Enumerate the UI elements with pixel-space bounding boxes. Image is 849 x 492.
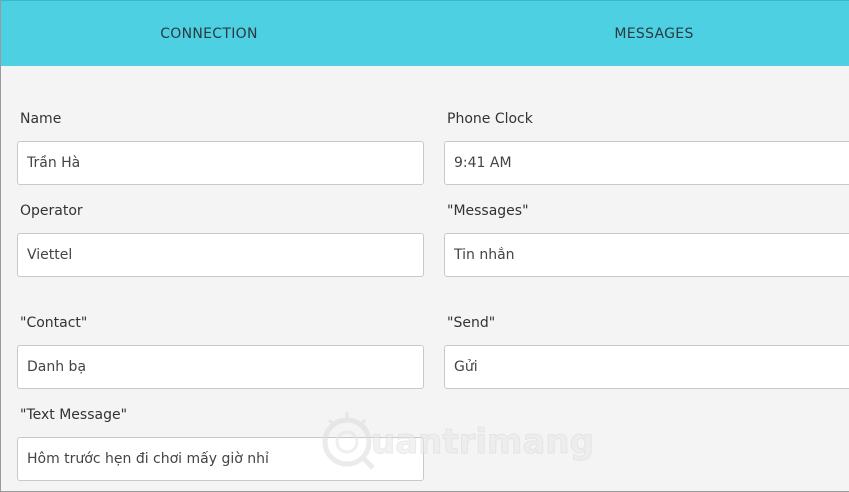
name-label: Name xyxy=(20,111,62,127)
contact-label: "Contact" xyxy=(20,315,88,331)
send-input[interactable] xyxy=(444,345,849,389)
tab-connection[interactable]: CONNECTION xyxy=(109,1,309,67)
phone-clock-input[interactable] xyxy=(444,141,849,185)
operator-input[interactable] xyxy=(17,233,424,277)
messages-label: "Messages" xyxy=(447,203,529,219)
phone-clock-label: Phone Clock xyxy=(447,111,533,127)
text-message-label: "Text Message" xyxy=(20,407,128,423)
operator-label: Operator xyxy=(20,203,83,219)
text-message-input[interactable] xyxy=(17,437,424,481)
messages-input[interactable] xyxy=(444,233,849,277)
tab-bar: CONNECTION MESSAGES xyxy=(1,0,849,66)
app-frame: CONNECTION MESSAGES Name Phone Clock Ope… xyxy=(0,0,849,492)
send-label: "Send" xyxy=(447,315,496,331)
contact-input[interactable] xyxy=(17,345,424,389)
tab-messages[interactable]: MESSAGES xyxy=(554,1,754,67)
name-input[interactable] xyxy=(17,141,424,185)
